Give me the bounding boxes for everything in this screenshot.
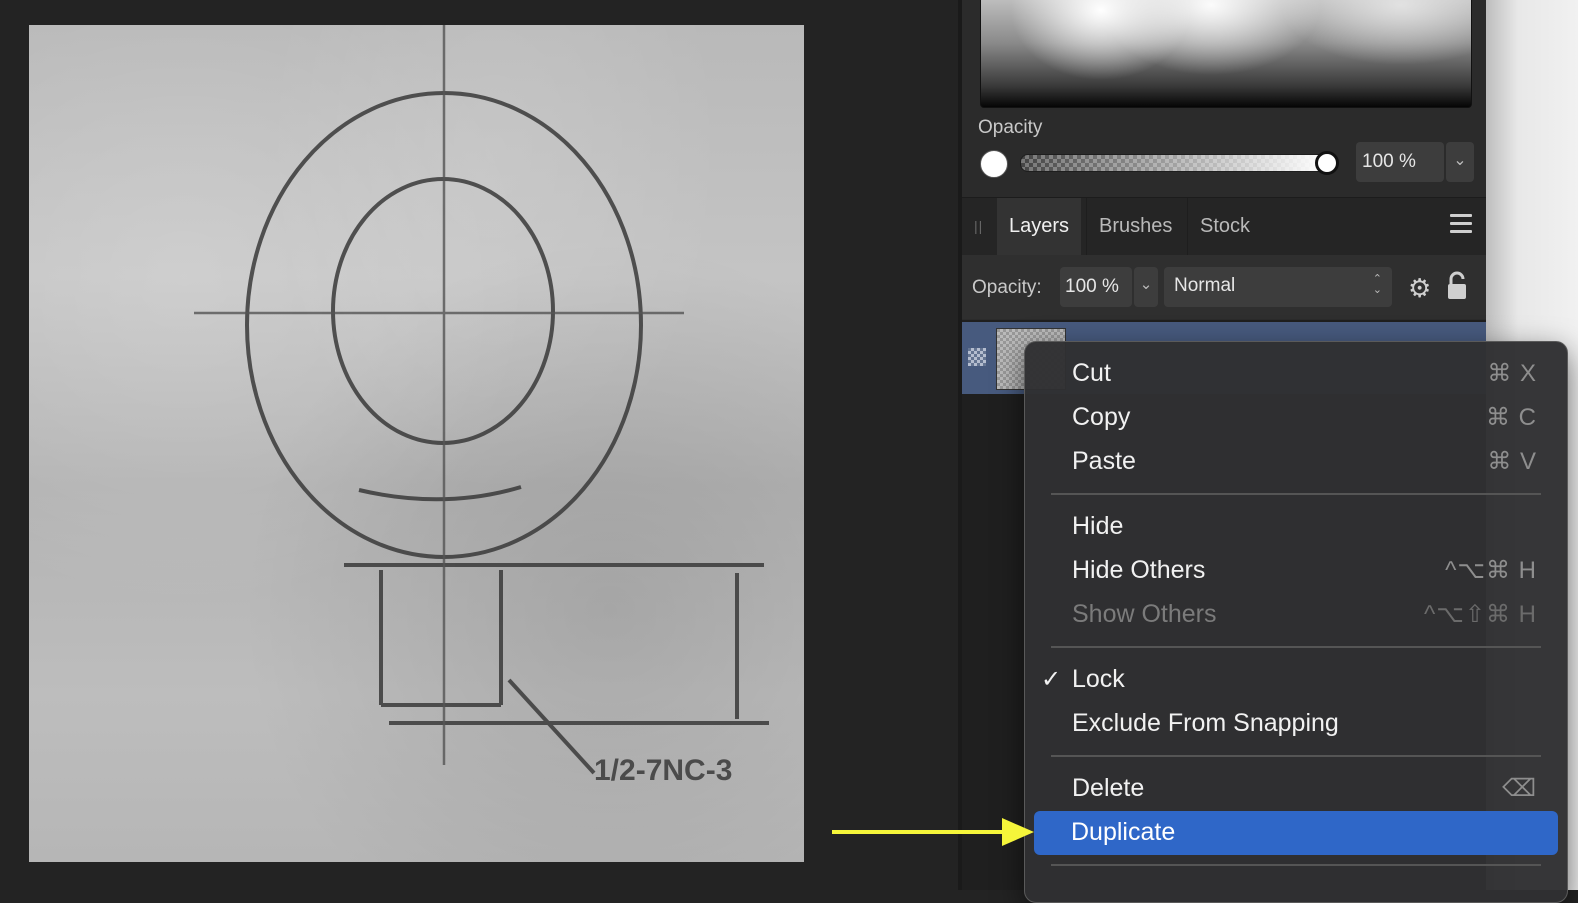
canvas-area[interactable]: 1/2-7NC-3 [0, 0, 960, 890]
blend-mode-select[interactable]: Normal ⌃ ⌄ [1164, 267, 1392, 307]
layer-opacity-label: Opacity: [972, 277, 1042, 298]
menu-separator [1051, 493, 1541, 495]
menu-separator [1051, 755, 1541, 757]
tab-layers[interactable]: Layers [997, 198, 1082, 255]
menu-item-hide-others[interactable]: Hide Others ^⌥⌘ H [1035, 549, 1559, 593]
menu-item-paste[interactable]: Paste ⌘ V [1035, 440, 1559, 484]
shortcut-copy: ⌘ C [1486, 404, 1537, 431]
context-menu: Cut ⌘ X Copy ⌘ C Paste ⌘ V Hide Hide Oth… [1024, 341, 1568, 903]
eye-bolt-drawing: 1/2-7NC-3 [194, 25, 769, 787]
chevron-down-icon[interactable]: ⌄ [1446, 142, 1474, 182]
colour-opacity-field[interactable]: 100 % [1356, 142, 1444, 182]
menu-item-delete[interactable]: Delete ⌫ [1035, 767, 1559, 811]
opacity-slider[interactable] [1020, 154, 1328, 172]
menu-separator [1051, 646, 1541, 648]
checkmark-icon: ✓ [1041, 666, 1062, 693]
menu-item-cut[interactable]: Cut ⌘ X [1035, 352, 1559, 396]
delete-key-icon: ⌫ [1502, 775, 1537, 802]
visibility-icon[interactable] [968, 348, 986, 366]
shortcut-show-others: ^⌥⇧⌘ H [1423, 601, 1537, 628]
blend-mode-value: Normal [1174, 275, 1236, 296]
lock-icon[interactable] [1446, 271, 1468, 301]
colour-preview[interactable] [980, 0, 1472, 108]
menu-item-exclude-from-snapping[interactable]: Exclude From Snapping [1035, 702, 1559, 746]
drawing-label: 1/2-7NC-3 [594, 754, 732, 787]
updown-chevron-icon: ⌃ ⌄ [1372, 273, 1382, 296]
tab-stock[interactable]: Stock [1187, 198, 1262, 255]
menu-item-copy[interactable]: Copy ⌘ C [1035, 396, 1559, 440]
colour-opacity-label: Opacity [978, 117, 1043, 138]
menu-item-lock[interactable]: ✓ Lock [1035, 658, 1559, 702]
tab-brushes[interactable]: Brushes [1086, 198, 1184, 255]
gear-icon[interactable]: ⚙ [1408, 273, 1431, 304]
shortcut-paste: ⌘ V [1487, 448, 1537, 475]
shortcut-hide-others: ^⌥⌘ H [1445, 557, 1537, 584]
drag-handle-icon[interactable]: || [974, 218, 983, 234]
panel-tabbar: || Layers Brushes Stock [962, 197, 1486, 256]
menu-item-duplicate[interactable]: Duplicate [1034, 811, 1558, 855]
annotation-arrow-icon [832, 818, 1034, 846]
hamburger-menu-icon[interactable] [1450, 214, 1472, 236]
colour-swatch[interactable] [980, 150, 1008, 178]
menu-item-show-others: Show Others ^⌥⇧⌘ H [1072, 600, 1537, 628]
menu-separator [1051, 864, 1541, 866]
shortcut-cut: ⌘ X [1487, 360, 1537, 387]
chevron-down-icon[interactable]: ⌄ [1134, 267, 1158, 307]
document-image[interactable]: 1/2-7NC-3 [29, 25, 804, 862]
opacity-slider-thumb[interactable] [1315, 151, 1339, 175]
layer-opacity-field[interactable]: 100 % [1060, 267, 1132, 307]
menu-item-hide[interactable]: Hide [1035, 505, 1559, 549]
